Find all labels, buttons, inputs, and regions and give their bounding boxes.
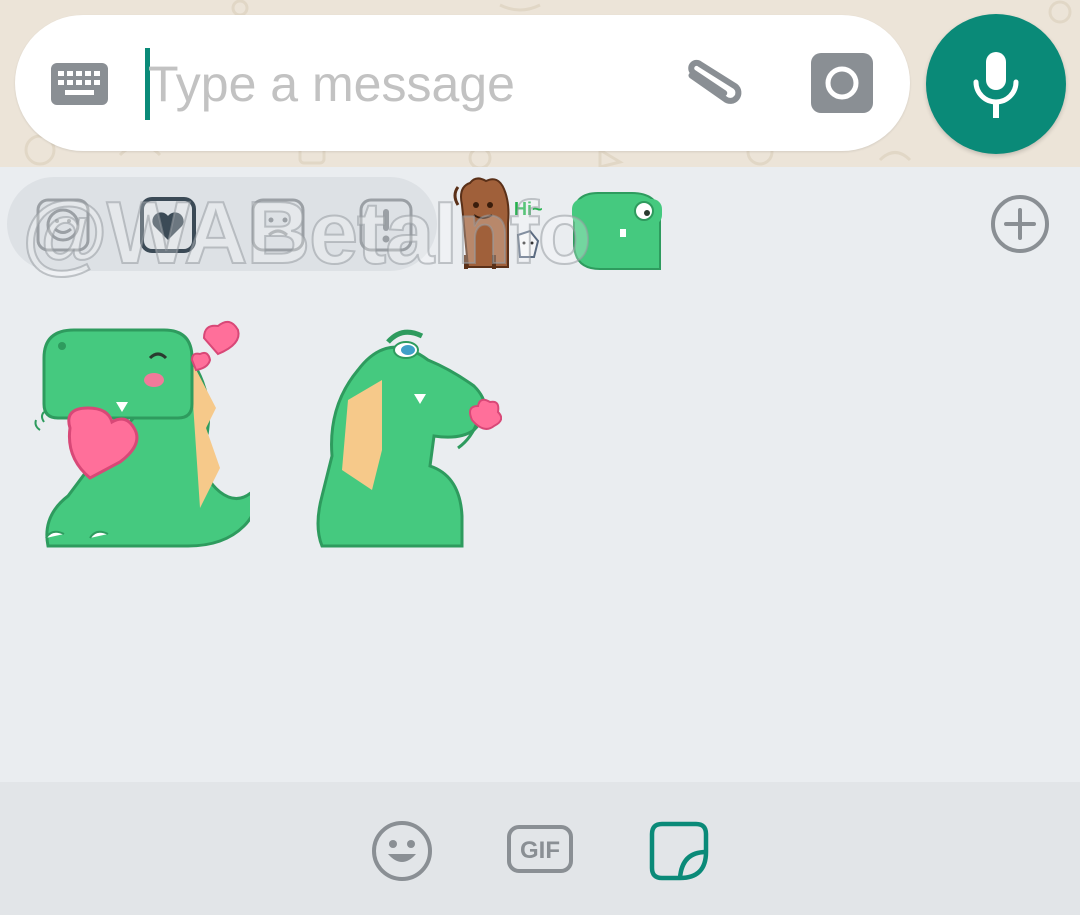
exclamation-icon[interactable] [358, 197, 414, 253]
cuppy-pack-icon[interactable]: Hi~ [448, 175, 558, 275]
microphone-button[interactable] [926, 14, 1066, 154]
heart-icon[interactable] [140, 197, 196, 253]
sticker-hi-text: Hi~ [514, 199, 543, 219]
composer-bar [0, 0, 1080, 167]
gif-label: GIF [520, 837, 560, 864]
message-input-container [15, 15, 910, 151]
dino-pack-icon[interactable] [568, 175, 666, 275]
camera-icon[interactable] [811, 53, 873, 113]
sad-face-icon[interactable] [250, 197, 306, 253]
smiley-icon[interactable] [35, 197, 91, 253]
keyboard-icon[interactable] [51, 63, 108, 105]
gif-icon: GIF [507, 825, 573, 873]
paperclip-icon[interactable] [675, 55, 745, 115]
gif-tab-button[interactable]: GIF [507, 825, 573, 873]
message-input[interactable] [148, 51, 608, 117]
emoji-icon[interactable] [371, 820, 433, 882]
dino-with-heart-sticker[interactable] [30, 318, 250, 550]
picker-type-bar: GIF [0, 782, 1080, 915]
dino-with-flower-sticker[interactable] [312, 320, 502, 550]
microphone-icon [973, 52, 1019, 118]
add-sticker-pack-button[interactable] [990, 194, 1050, 254]
sticker-pack-tabs: Hi~ [0, 167, 1080, 279]
sticker-icon[interactable] [648, 820, 710, 882]
